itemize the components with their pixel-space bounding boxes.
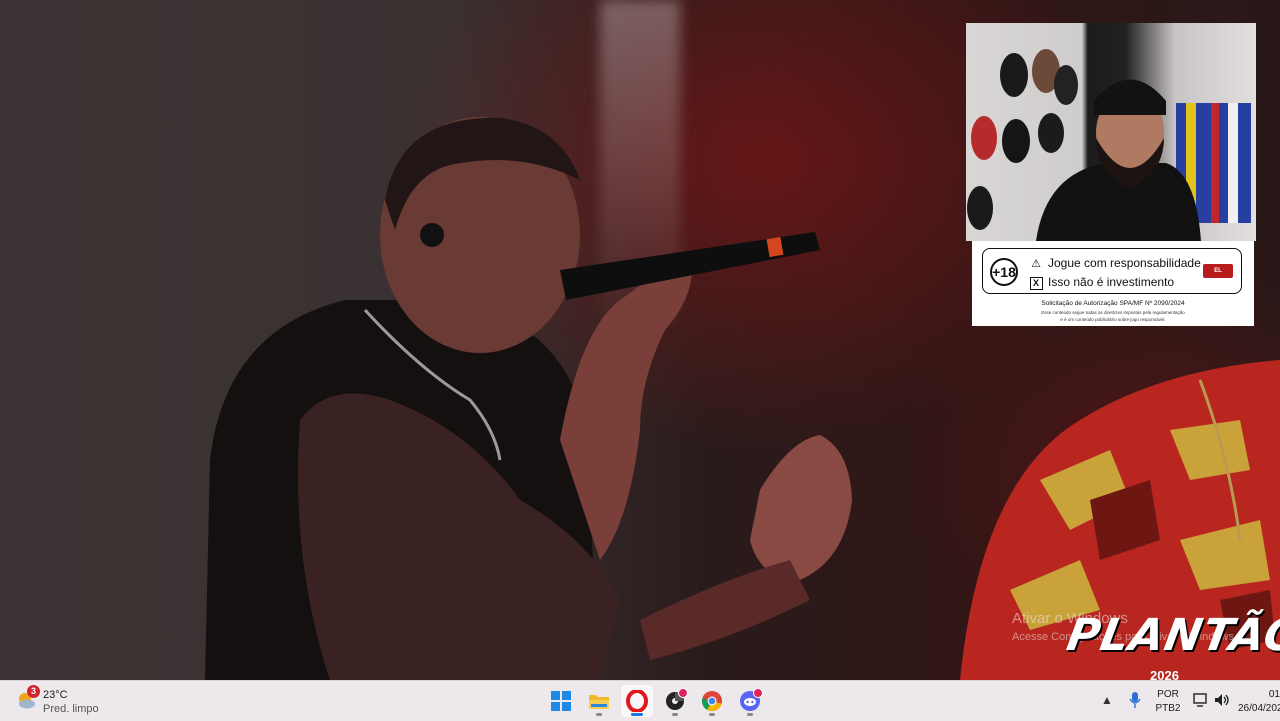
chrome-icon (702, 691, 722, 712)
chrome-button[interactable] (696, 685, 728, 717)
weather-notification-badge: 3 (27, 685, 40, 698)
webcam-scene (967, 49, 1251, 241)
weather-temperature: 23°C (43, 689, 68, 701)
language-indicator[interactable]: POR PTB2 (1150, 688, 1186, 716)
responsibility-text: Jogue com responsabilidade (1048, 256, 1201, 270)
investment-text: Isso não é investimento (1048, 275, 1175, 289)
el-barba-logo: EL BARBA (1203, 264, 1233, 288)
keyboard-layout: PTB2 (1155, 703, 1181, 714)
microphone-icon[interactable] (1129, 691, 1141, 709)
responsible-gaming-panel: +18 ⚠ Jogue com responsabilidade X Isso nã… (972, 241, 1254, 326)
taskbar: 3 23°C Pred. limpo ▲ POR PTB2 01 26/04/2… (0, 680, 1280, 721)
folder-icon (589, 695, 609, 709)
running-indicator (596, 713, 602, 716)
show-hidden-icons-chevron-icon[interactable]: ▲ (1101, 693, 1113, 707)
clock[interactable]: 01 26/04/2026 (1238, 688, 1280, 716)
webcam-overlay (966, 23, 1256, 241)
fine-print-1: Esse conteúdo segue todas as diretrizes … (1041, 310, 1185, 315)
investment-row: X Isso não é investimento (1029, 275, 1174, 290)
volume-icon[interactable] (1214, 692, 1230, 708)
discord-button[interactable] (734, 685, 766, 717)
windows-icon (551, 691, 571, 711)
clock-time: 01 (1268, 689, 1280, 700)
x-box-icon: X (1029, 277, 1043, 290)
start-button[interactable] (545, 685, 577, 717)
running-indicator (747, 713, 753, 716)
video-brand-year: 2026 (1150, 668, 1179, 680)
fine-print-2: e é um conteúdo publicitário sobre jogo … (1060, 317, 1166, 322)
opera-icon (626, 690, 648, 712)
notification-dot (753, 688, 763, 698)
notification-dot (678, 688, 688, 698)
weather-condition: Pred. limpo (43, 703, 99, 715)
running-indicator (672, 713, 678, 716)
network-icon[interactable] (1193, 692, 1209, 708)
running-indicator (709, 713, 715, 716)
warning-icon: ⚠ (1031, 258, 1041, 270)
clock-date: 26/04/2026 (1238, 703, 1280, 714)
file-explorer-button[interactable] (583, 685, 615, 717)
opera-button[interactable] (621, 685, 653, 717)
responsible-gaming-box: +18 ⚠ Jogue com responsabilidade X Isso nã… (982, 248, 1242, 294)
age-18-badge: +18 (990, 258, 1018, 286)
active-indicator (631, 713, 643, 716)
media-app-button[interactable] (659, 685, 691, 717)
responsibility-row: ⚠ Jogue com responsabilidade (1029, 256, 1201, 270)
language-code: POR (1157, 689, 1179, 700)
authorization-text: Solicitação de Autorização SPA/MF Nº 209… (1041, 300, 1185, 307)
